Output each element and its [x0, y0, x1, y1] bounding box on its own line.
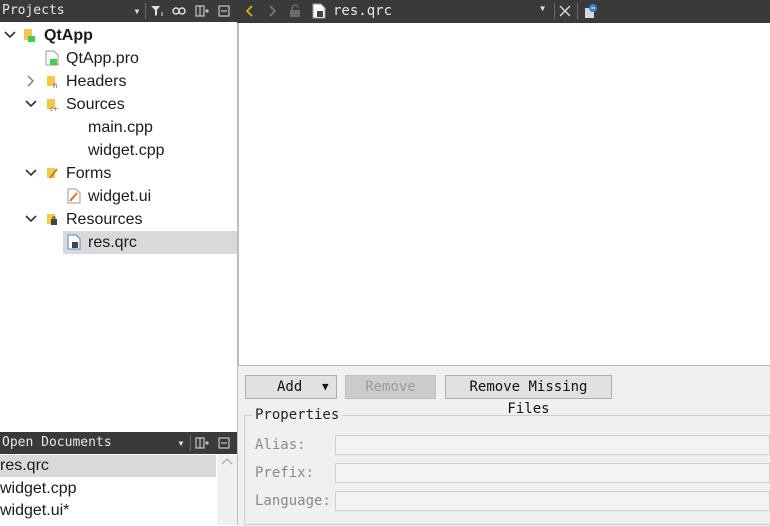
open-documents-scrollbar[interactable] [217, 455, 237, 525]
close-document-icon[interactable] [559, 5, 571, 17]
svg-text:c++: c++ [50, 106, 59, 112]
sources-folder-icon: c++ [47, 99, 59, 112]
tree-item-label: Forms [66, 165, 112, 182]
qrc-file-icon [67, 234, 81, 250]
editor-filename[interactable]: res.qrc [333, 3, 392, 19]
split-icon[interactable] [192, 432, 212, 454]
chevron-down-icon[interactable] [24, 97, 38, 111]
open-document-item[interactable]: res.qrc [0, 455, 216, 477]
tree-item-resources[interactable]: Resources [0, 208, 237, 231]
tree-item-qtapp[interactable]: QtApp [0, 24, 237, 47]
tree-item-widget-cpp[interactable]: widget.cpp [0, 139, 237, 162]
toolbar-separator [554, 3, 555, 19]
remove-button[interactable]: Remove [345, 375, 436, 399]
tree-item-label: Sources [66, 96, 125, 113]
tree-item-widget-ui[interactable]: widget.ui [0, 185, 237, 208]
tree-item-label: main.cpp [88, 119, 153, 136]
tree-item-headers[interactable]: h Headers [0, 70, 237, 93]
chevron-down-icon: ▼ [322, 380, 329, 393]
chevron-right-icon[interactable] [24, 74, 38, 88]
qrc-file-icon [312, 3, 326, 19]
open-document-item[interactable]: widget.cpp [0, 478, 216, 500]
projects-toolbar: Projects ▾ [0, 0, 237, 22]
properties-title: Properties [252, 407, 343, 423]
tree-item-pro-file[interactable]: QtApp.pro [0, 47, 237, 70]
link-icon[interactable] [169, 0, 189, 22]
chevron-down-icon[interactable] [24, 212, 38, 226]
tree-item-label: Resources [66, 211, 143, 228]
back-arrow-icon[interactable] [243, 4, 257, 18]
close-panel-icon[interactable] [214, 432, 234, 454]
tree-item-label: Headers [66, 73, 127, 90]
toolbar-separator [577, 3, 578, 19]
filter-icon[interactable] [147, 0, 167, 22]
chevron-down-icon[interactable] [24, 166, 38, 180]
add-button-label: Add [277, 379, 303, 395]
language-label: Language: [255, 493, 331, 509]
split-editor-icon[interactable] [583, 3, 599, 19]
remove-missing-files-button[interactable]: Remove Missing Files [445, 375, 612, 417]
editor-toolbar: res.qrc ▾ [237, 0, 770, 23]
remove-button-label: Remove [365, 379, 416, 395]
alias-label: Alias: [255, 437, 306, 453]
language-field[interactable] [335, 491, 770, 511]
project-icon [24, 29, 35, 42]
add-button[interactable]: Add ▼ [245, 375, 337, 399]
tree-item-sources[interactable]: c++ Sources [0, 93, 237, 116]
headers-folder-icon: h [47, 76, 57, 89]
tree-item-res-qrc[interactable]: res.qrc [63, 231, 237, 254]
resource-editor-panel: Add ▼ Remove Remove Missing Files Proper… [238, 365, 770, 526]
open-documents-toolbar: Open Documents ▾ [0, 432, 237, 454]
chevron-down-icon[interactable] [3, 28, 17, 42]
ui-file-icon [67, 188, 81, 204]
editor-area[interactable] [238, 23, 770, 365]
prefix-field[interactable] [335, 463, 770, 483]
projects-title: Projects [2, 3, 65, 18]
panel-dropdown-icon[interactable]: ▾ [127, 0, 147, 22]
open-document-label: widget.cpp [0, 480, 77, 497]
open-document-item[interactable]: widget.ui* [0, 500, 216, 522]
open-document-label: res.qrc [0, 457, 49, 474]
tree-item-main-cpp[interactable]: main.cpp [0, 116, 237, 139]
forms-folder-icon [47, 168, 58, 179]
lock-icon[interactable] [289, 4, 301, 18]
tree-item-label: QtApp.pro [66, 50, 139, 67]
pro-file-icon [45, 50, 59, 66]
document-dropdown-icon[interactable]: ▾ [539, 1, 546, 15]
alias-field[interactable] [335, 435, 770, 455]
tree-item-label: res.qrc [88, 234, 137, 251]
tree-item-forms[interactable]: Forms [0, 162, 237, 185]
prefix-label: Prefix: [255, 465, 315, 481]
tree-item-label: QtApp [44, 27, 93, 44]
svg-text:h: h [53, 82, 57, 89]
toolbar-separator [190, 435, 191, 451]
toolbar-separator [145, 3, 146, 19]
resources-folder-icon [47, 214, 57, 225]
forward-arrow-icon[interactable] [265, 4, 279, 18]
scroll-up-icon[interactable] [217, 455, 237, 469]
open-document-label: widget.ui* [0, 502, 70, 519]
panel-dropdown-icon[interactable]: ▾ [171, 432, 191, 454]
tree-item-label: widget.ui [88, 188, 152, 205]
open-documents-title: Open Documents [2, 435, 112, 450]
tree-item-label: widget.cpp [88, 142, 165, 159]
close-panel-icon[interactable] [214, 0, 234, 22]
split-icon[interactable] [192, 0, 212, 22]
remove-missing-files-label: Remove Missing Files [469, 379, 588, 417]
